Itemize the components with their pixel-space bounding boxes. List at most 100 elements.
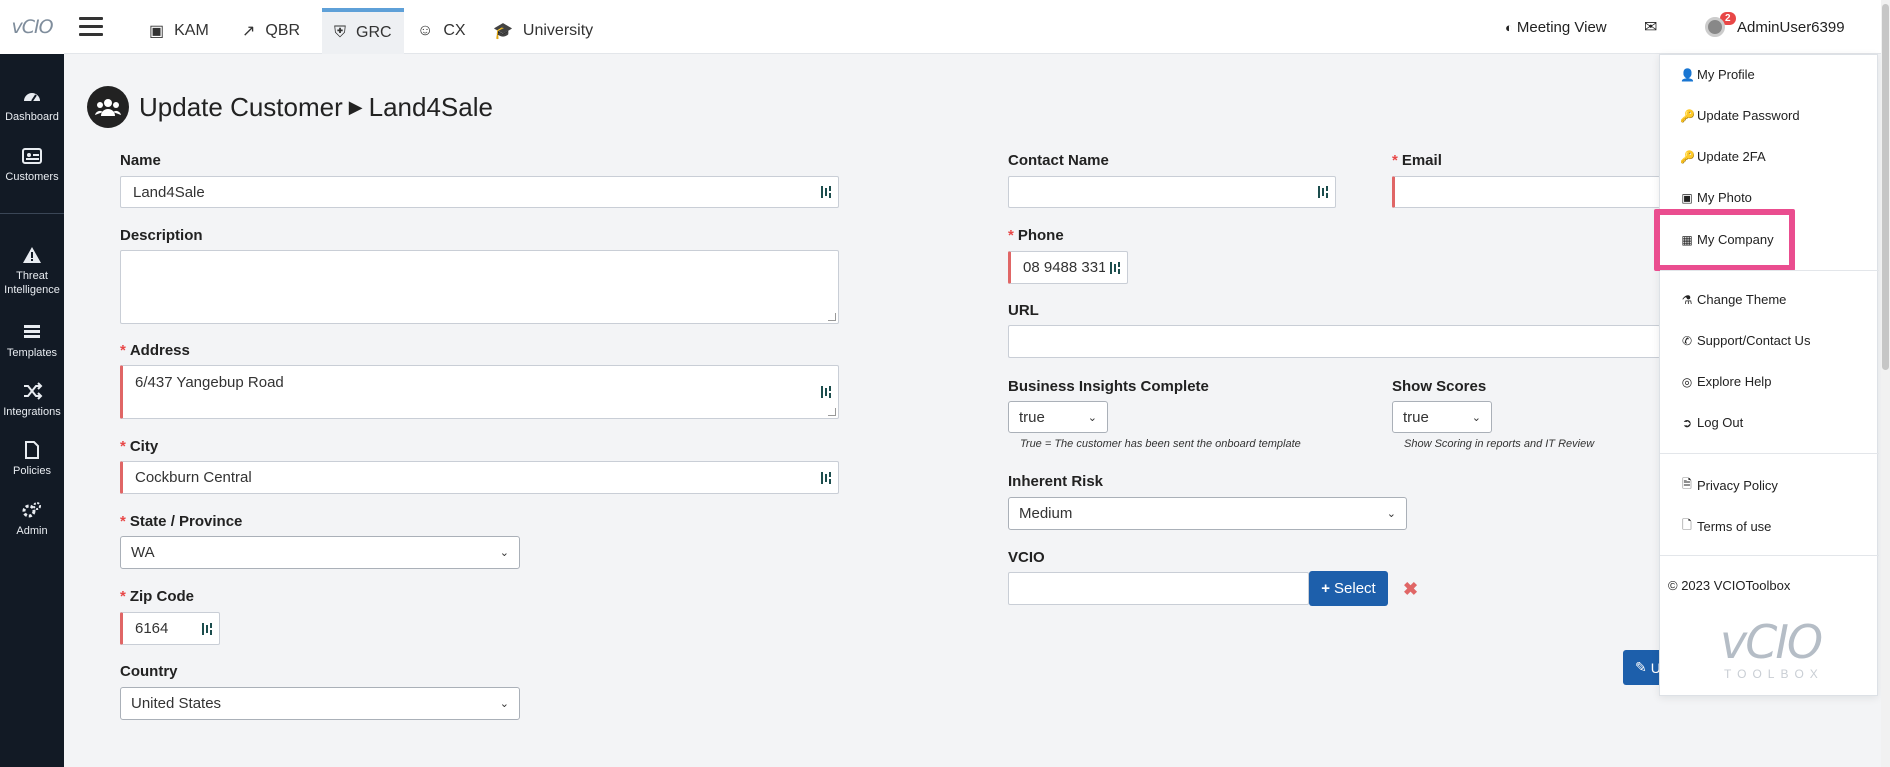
url-input[interactable] <box>1008 325 1660 358</box>
user-menu-toggle[interactable]: AdminUser6399 <box>1705 0 1845 54</box>
menu-item-label: My Photo <box>1697 190 1752 205</box>
address-card-icon <box>22 148 42 164</box>
show-scores-label: Show Scores <box>1392 378 1487 395</box>
country-select[interactable]: United States ⌄ <box>120 687 520 720</box>
life-ring-icon: ◎ <box>1681 374 1693 389</box>
email-label-text: Email <box>1401 152 1442 169</box>
address-textarea[interactable]: 6/437 Yangebup Road <box>120 365 839 419</box>
menu-toggle-icon[interactable] <box>79 17 103 37</box>
city-value: Cockburn Central <box>135 469 252 486</box>
flask-icon: ⚗ <box>1681 292 1693 307</box>
file-icon <box>25 441 39 459</box>
sidebar-item-policies[interactable]: Policies <box>0 440 64 478</box>
top-navbar: ▣ KAM ↗ QBR ⛨ GRC ☺ CX 🎓 University ◐ Me… <box>64 0 1890 54</box>
menu-item-update-password[interactable]: 🔑 Update Password <box>1680 108 1800 123</box>
show-scores-value: true <box>1403 408 1429 426</box>
phone-input[interactable]: 08 9488 3315 <box>1008 251 1128 284</box>
zip-label: * Zip Code <box>120 588 195 605</box>
menu-item-change-theme[interactable]: ⚗ Change Theme <box>1680 292 1787 307</box>
inherent-risk-value: Medium <box>1019 505 1073 522</box>
keeper-icon[interactable] <box>820 471 832 485</box>
city-input[interactable]: Cockburn Central <box>120 461 839 494</box>
page-title: Update Customer <box>139 91 343 122</box>
keeper-icon[interactable] <box>1317 185 1329 199</box>
cogs-icon <box>22 502 41 518</box>
toggle-icon: ◐ <box>1505 19 1513 35</box>
resize-handle[interactable] <box>828 313 836 321</box>
address-label-text: Address <box>129 342 190 359</box>
keeper-icon[interactable] <box>820 385 832 399</box>
state-select[interactable]: WA ⌄ <box>120 536 520 569</box>
sidebar-item-label: Integrations <box>3 406 61 418</box>
sidebar-item-threat-intelligence[interactable]: Threat Intelligence <box>0 245 64 297</box>
resize-handle[interactable] <box>828 408 836 416</box>
sidebar-item-integrations[interactable]: Integrations <box>0 381 64 419</box>
sidebar: vCIO Dashboard Customers Threat Intellig… <box>0 0 64 767</box>
menu-divider <box>1660 453 1879 454</box>
tab-cx[interactable]: ☺ CX <box>405 8 478 54</box>
clear-vcio-icon[interactable]: ✖ <box>1403 579 1418 600</box>
business-insights-hint: True = The customer has been sent the on… <box>1020 438 1301 450</box>
business-insights-value: true <box>1019 408 1045 426</box>
country-value: United States <box>131 695 222 712</box>
update-button[interactable]: ✎ U <box>1623 650 1663 685</box>
menu-item-privacy-policy[interactable]: 🗎 Privacy Policy <box>1680 475 1778 496</box>
sidebar-item-customers[interactable]: Customers <box>0 146 64 184</box>
page-header: Update Customer ▶ Land4Sale <box>87 86 493 128</box>
show-scores-select[interactable]: true ⌄ <box>1392 401 1492 433</box>
tab-grc[interactable]: ⛨ GRC <box>322 8 404 54</box>
app-logo[interactable]: vCIO <box>0 0 64 54</box>
sidebar-item-templates[interactable]: Templates <box>0 322 64 360</box>
keeper-icon[interactable] <box>1109 261 1121 275</box>
url-label: URL <box>1008 302 1039 319</box>
keeper-icon[interactable] <box>201 622 213 636</box>
sidebar-item-dashboard[interactable]: Dashboard <box>0 86 64 124</box>
envelope-icon: ✉ <box>1644 19 1658 36</box>
inherent-risk-select[interactable]: Medium ⌄ <box>1008 497 1407 530</box>
meeting-view-toggle[interactable]: ◐ Meeting View <box>1505 0 1607 54</box>
name-input[interactable]: Land4Sale <box>120 176 839 208</box>
menu-item-my-photo[interactable]: ▣ My Photo <box>1680 190 1752 205</box>
keeper-icon[interactable] <box>820 185 832 199</box>
menu-item-label: Explore Help <box>1697 374 1772 389</box>
tab-university[interactable]: 🎓 University <box>481 8 605 54</box>
phone-label: * Phone <box>1008 227 1064 244</box>
tab-label: KAM <box>174 22 209 39</box>
email-input[interactable] <box>1392 176 1660 208</box>
menu-item-support[interactable]: ✆ Support/Contact Us <box>1680 333 1810 348</box>
menu-divider <box>1660 270 1879 271</box>
menu-item-label: Log Out <box>1697 415 1744 430</box>
sidebar-item-admin[interactable]: Admin <box>0 500 64 538</box>
chevron-down-icon: ⌄ <box>1087 411 1097 424</box>
contact-name-input[interactable] <box>1008 176 1336 208</box>
vcio-select-button[interactable]: + Select <box>1309 571 1388 606</box>
zip-input[interactable]: 6164 <box>120 612 220 645</box>
description-textarea[interactable] <box>120 250 839 324</box>
menu-item-my-profile[interactable]: 👤 My Profile <box>1680 67 1755 82</box>
sign-out-icon: ➲ <box>1681 415 1693 430</box>
business-insights-select[interactable]: true ⌄ <box>1008 401 1108 433</box>
menu-item-terms-of-use[interactable]: 🗋 Terms of use <box>1680 516 1771 537</box>
menu-item-explore-help[interactable]: ◎ Explore Help <box>1680 374 1772 389</box>
copyright-text: © 2023 VCIOToolbox <box>1668 578 1791 593</box>
image-icon: ▣ <box>1681 190 1693 205</box>
scrollbar-thumb[interactable] <box>1882 4 1889 370</box>
sidebar-item-label: Admin <box>16 525 48 537</box>
vcio-label: VCIO <box>1008 549 1045 566</box>
business-insights-label: Business Insights Complete <box>1008 378 1209 395</box>
menu-item-update-2fa[interactable]: 🔑 Update 2FA <box>1680 149 1766 164</box>
line-chart-icon: ↗ <box>242 23 256 40</box>
page-subtitle: Land4Sale <box>368 91 493 122</box>
description-label: Description <box>120 227 203 244</box>
tab-kam[interactable]: ▣ KAM <box>137 8 221 54</box>
zip-value: 6164 <box>135 620 169 637</box>
inherent-risk-label: Inherent Risk <box>1008 473 1104 490</box>
menu-item-label: My Profile <box>1697 67 1755 82</box>
menu-divider <box>1660 555 1879 556</box>
menu-item-log-out[interactable]: ➲ Log Out <box>1680 415 1743 430</box>
vcio-input[interactable] <box>1008 572 1309 605</box>
tab-label: CX <box>443 22 466 39</box>
sidebar-item-label: Policies <box>13 465 51 477</box>
notifications-button[interactable]: ✉ <box>1644 0 1657 54</box>
tab-qbr[interactable]: ↗ QBR <box>230 8 312 54</box>
